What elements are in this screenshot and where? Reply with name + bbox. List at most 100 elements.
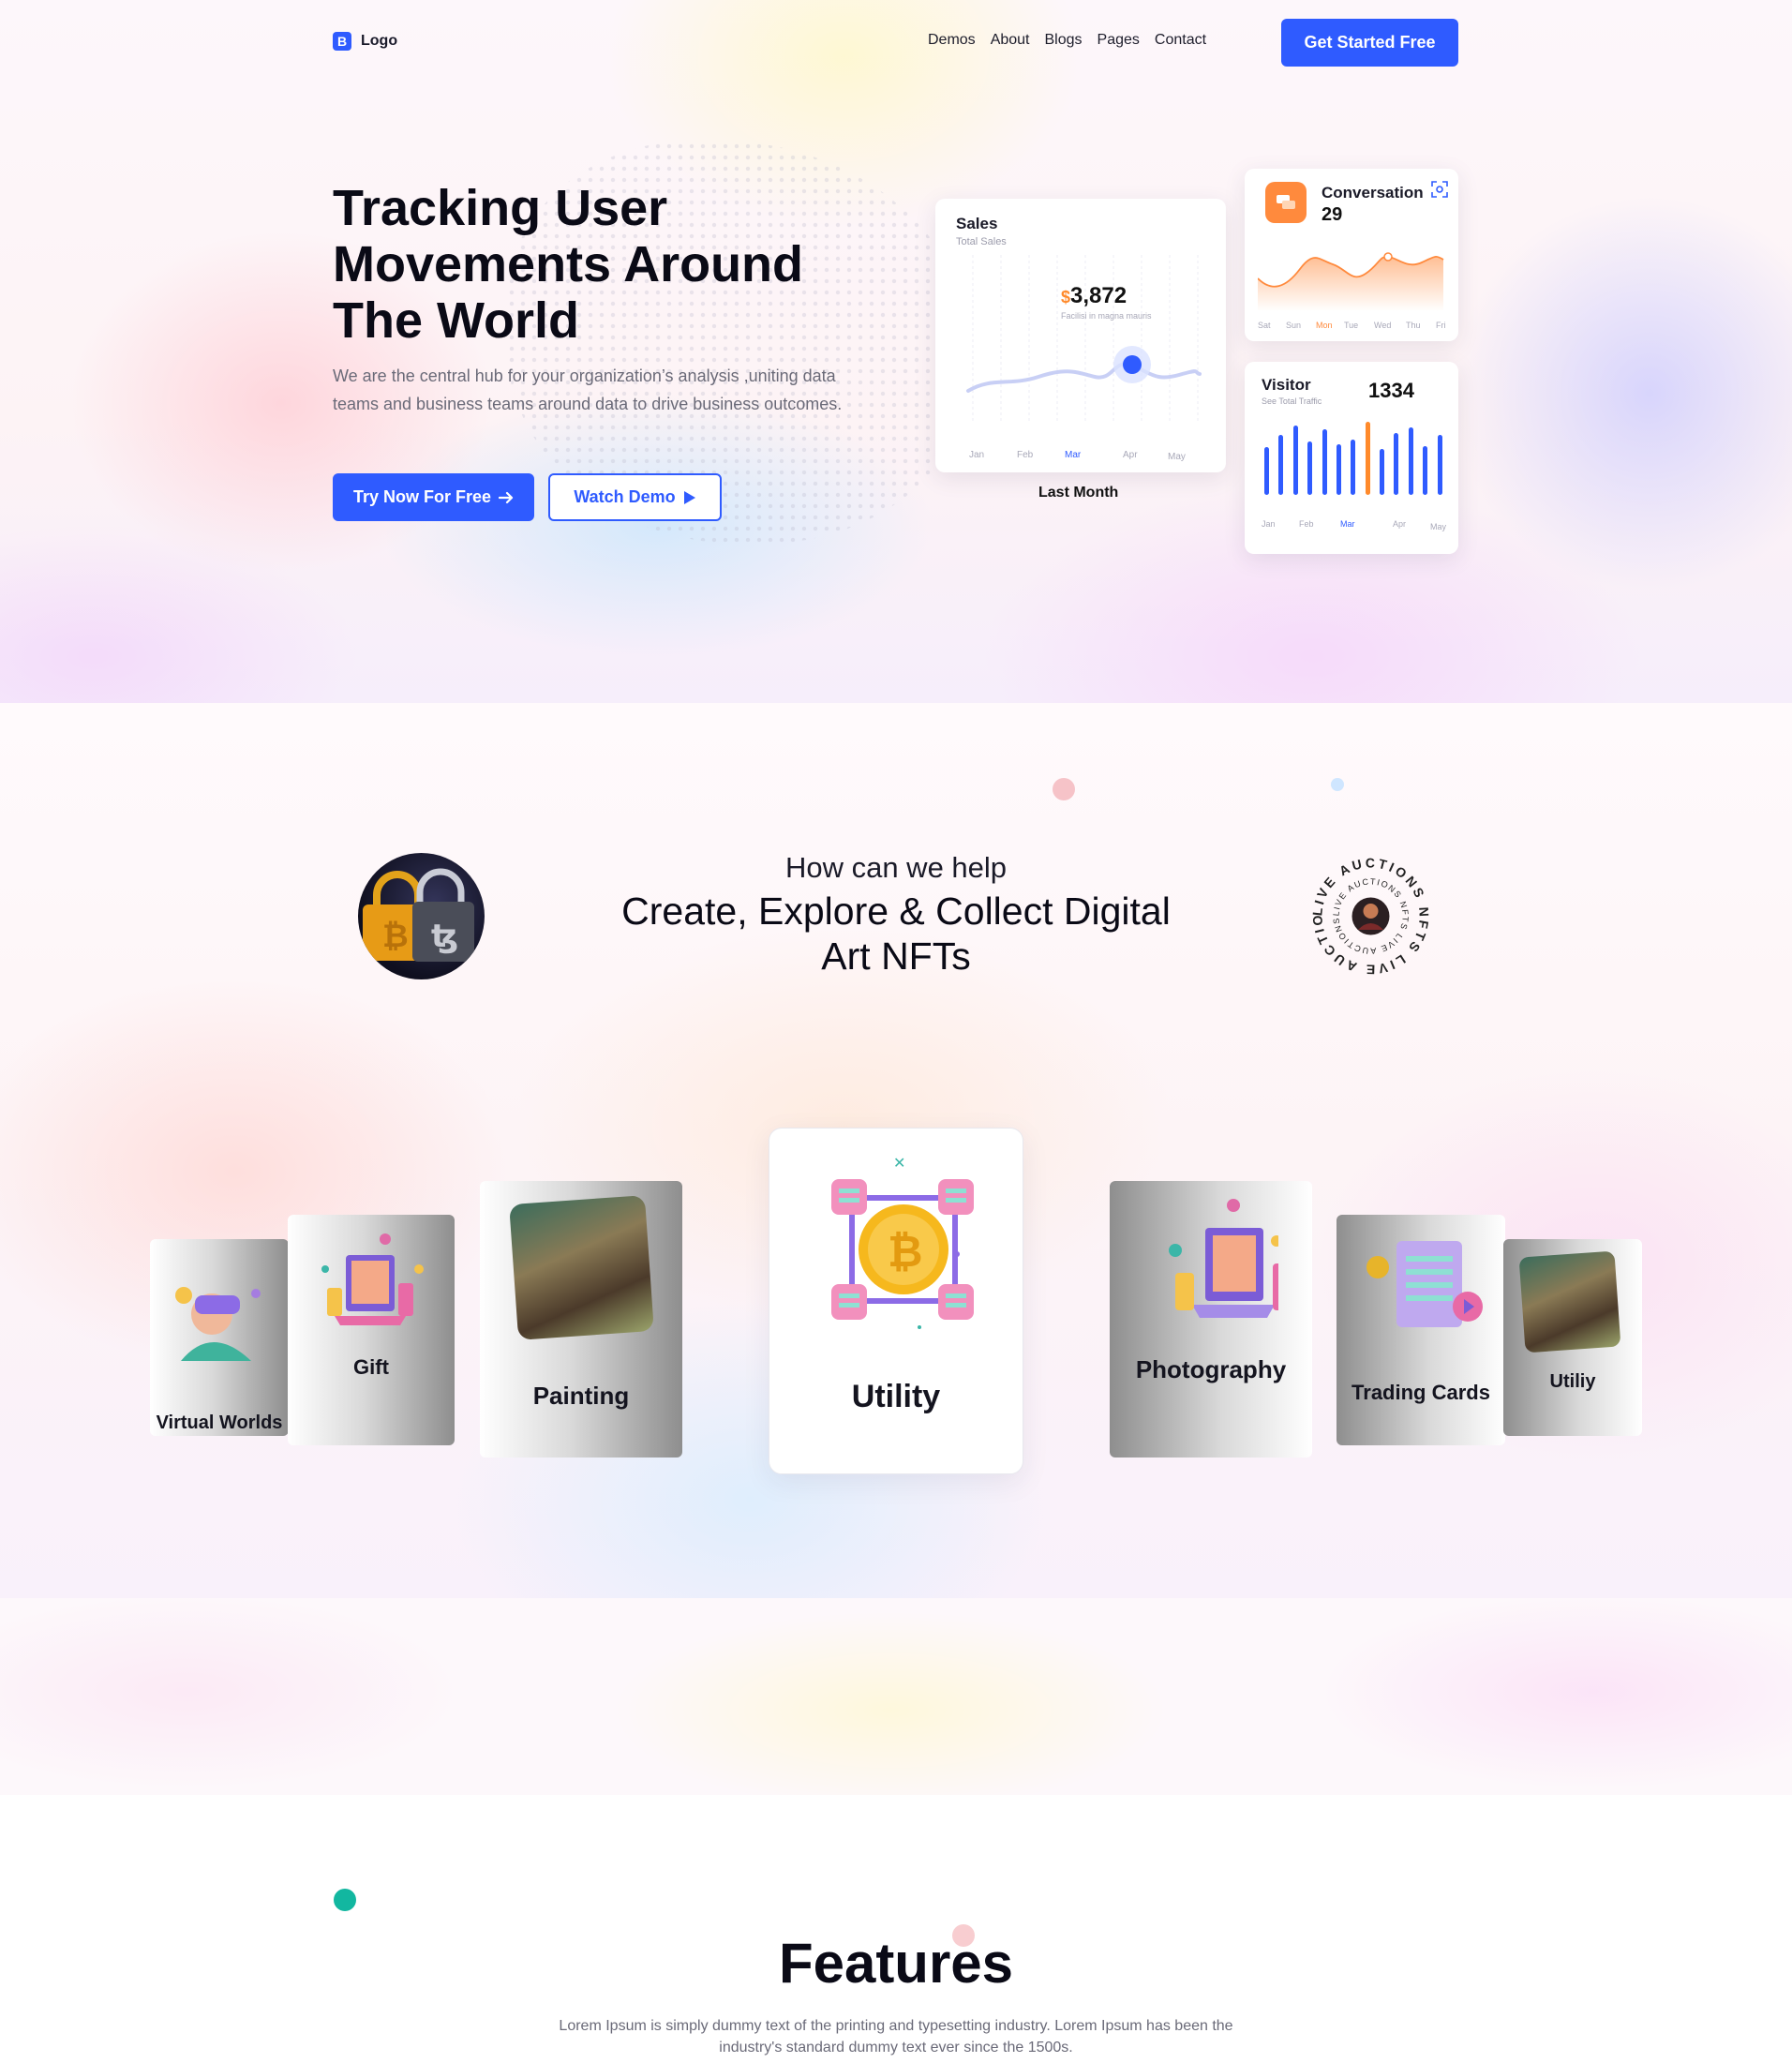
nav-blogs[interactable]: Blogs (1045, 32, 1083, 49)
category-card-utility[interactable]: ✕ ₿ Utility (769, 1128, 1023, 1474)
sales-card-title: Sales (956, 215, 998, 232)
svg-text:✕: ✕ (893, 1154, 905, 1172)
visitor-bar (1264, 447, 1269, 495)
category-label: Utility (851, 1379, 941, 1414)
day-label: Sat (1258, 321, 1271, 330)
visitor-bar (1423, 446, 1427, 495)
help-title: Create, Explore & Collect Digital Art NF… (621, 889, 1171, 978)
visitor-bar (1394, 433, 1398, 495)
month-label: May (1168, 452, 1186, 462)
hero-subtitle: We are the central hub for your organiza… (333, 366, 843, 413)
main-nav: Demos About Blogs Pages Contact (928, 32, 1206, 49)
category-label: Virtual Worlds (156, 1413, 283, 1433)
currency-symbol: $ (1061, 288, 1071, 306)
sales-amount: 3,872 (1070, 283, 1127, 308)
day-label: Fri (1436, 321, 1446, 330)
nav-contact[interactable]: Contact (1155, 32, 1206, 49)
logo-icon: B (333, 32, 351, 51)
decor-dot-blue (1331, 778, 1344, 791)
nav-pages[interactable]: Pages (1098, 32, 1140, 49)
month-label: May (1430, 522, 1447, 531)
month-label: Feb (1299, 519, 1314, 529)
category-label: Photography (1135, 1355, 1287, 1383)
visitor-bar (1278, 435, 1283, 495)
sales-value: $3,872 (1061, 283, 1127, 309)
month-label: Jan (969, 450, 985, 460)
crypto-lock-image: ₿ ꜩ (358, 853, 485, 979)
month-label: Feb (1017, 450, 1034, 460)
artwork-icon (1518, 1250, 1621, 1353)
visitor-bar (1409, 427, 1413, 495)
bitcoin-icon: ✕ ₿ (831, 1154, 974, 1329)
category-card-utiliy[interactable]: Utiliy (1503, 1239, 1642, 1436)
sales-card-subtitle: Total Sales (956, 236, 1007, 247)
get-started-button[interactable]: Get Started Free (1281, 19, 1458, 67)
last-month-label: Last Month (1038, 485, 1119, 501)
category-card-photography[interactable]: Photography (1110, 1181, 1312, 1458)
photo-frame-icon (1169, 1199, 1278, 1318)
day-label: Tue (1344, 321, 1359, 330)
watch-demo-button[interactable]: Watch Demo (548, 473, 722, 521)
category-label: Utiliy (1549, 1371, 1596, 1392)
painting-icon (509, 1195, 654, 1340)
logo[interactable]: B Logo (333, 32, 397, 51)
visitor-bar-chart (1260, 418, 1447, 495)
month-label-active: Mar (1340, 519, 1355, 529)
try-now-button[interactable]: Try Now For Free (333, 473, 534, 521)
scroll-icon (1366, 1241, 1483, 1327)
visitor-bar (1438, 435, 1442, 495)
try-now-label: Try Now For Free (352, 487, 492, 506)
visitor-bar (1366, 422, 1370, 495)
visitor-card: Visitor See Total Traffic 1334 Jan Feb M… (1245, 362, 1458, 554)
month-label: Apr (1123, 450, 1138, 460)
arrow-right-icon (499, 491, 514, 503)
svg-text:₿: ₿ (888, 1226, 923, 1277)
decor-dot-teal (334, 1889, 356, 1911)
fullscreen-icon[interactable] (1430, 180, 1449, 199)
visitor-bar (1293, 426, 1298, 495)
conversation-title: Conversation (1322, 184, 1424, 202)
hero-title: Tracking User Movements Around The World (333, 180, 804, 349)
decorative-band (0, 1598, 1792, 1795)
category-card-virtual-worlds[interactable]: Virtual Worlds (150, 1239, 289, 1436)
play-icon (683, 490, 695, 504)
visitor-value: 1334 (1368, 379, 1414, 402)
watch-demo-label: Watch Demo (574, 487, 676, 506)
help-subtitle: How can we help (784, 851, 1008, 884)
visitor-subtitle: See Total Traffic (1262, 396, 1322, 406)
day-label: Wed (1374, 321, 1392, 330)
visitor-bar (1351, 440, 1355, 495)
visitor-title: Visitor (1262, 376, 1311, 394)
svg-text:₿: ₿ (382, 918, 409, 955)
category-label: Painting (532, 1382, 630, 1410)
category-card-trading-cards[interactable]: Trading Cards (1337, 1215, 1505, 1445)
conversation-area-chart (1258, 252, 1444, 311)
sales-card: Sales Total Sales $3,872 Facilisi in mag… (935, 199, 1226, 472)
conversation-card: Conversation 29 Sat Sun Mon Tue Wed Thu … (1245, 169, 1458, 341)
sales-value-caption: Facilisi in magna mauris (1061, 311, 1152, 321)
category-card-painting[interactable]: Painting (480, 1181, 682, 1458)
chat-icon (1265, 182, 1307, 223)
day-label: Thu (1406, 321, 1421, 330)
month-label-active: Mar (1065, 450, 1082, 460)
nav-about[interactable]: About (991, 32, 1030, 49)
features-text: Lorem Ipsum is simply dummy text of the … (559, 2018, 1233, 2056)
day-label-active: Mon (1316, 321, 1333, 330)
gift-frame-icon (321, 1233, 424, 1325)
live-auctions-badge[interactable]: LIVE AUCTIONS NFTS LIVE AUCTIONS NFTS LI… (1301, 841, 1434, 979)
category-card-gift[interactable]: Gift (288, 1215, 455, 1445)
category-label: Trading Cards (1351, 1381, 1490, 1404)
visitor-bar (1380, 449, 1384, 495)
month-label: Apr (1393, 519, 1407, 529)
visitor-bar (1337, 444, 1341, 495)
decor-dot-pink (1053, 778, 1075, 800)
nav-demos[interactable]: Demos (928, 32, 976, 49)
vr-headset-icon (175, 1287, 261, 1361)
visitor-bar (1307, 441, 1312, 495)
category-label: Gift (353, 1355, 389, 1379)
features-title: Features (778, 1932, 1014, 1995)
day-label: Sun (1286, 321, 1302, 330)
visitor-bar (1322, 429, 1327, 495)
month-label: Jan (1262, 519, 1276, 529)
logo-text: Logo (361, 33, 398, 49)
